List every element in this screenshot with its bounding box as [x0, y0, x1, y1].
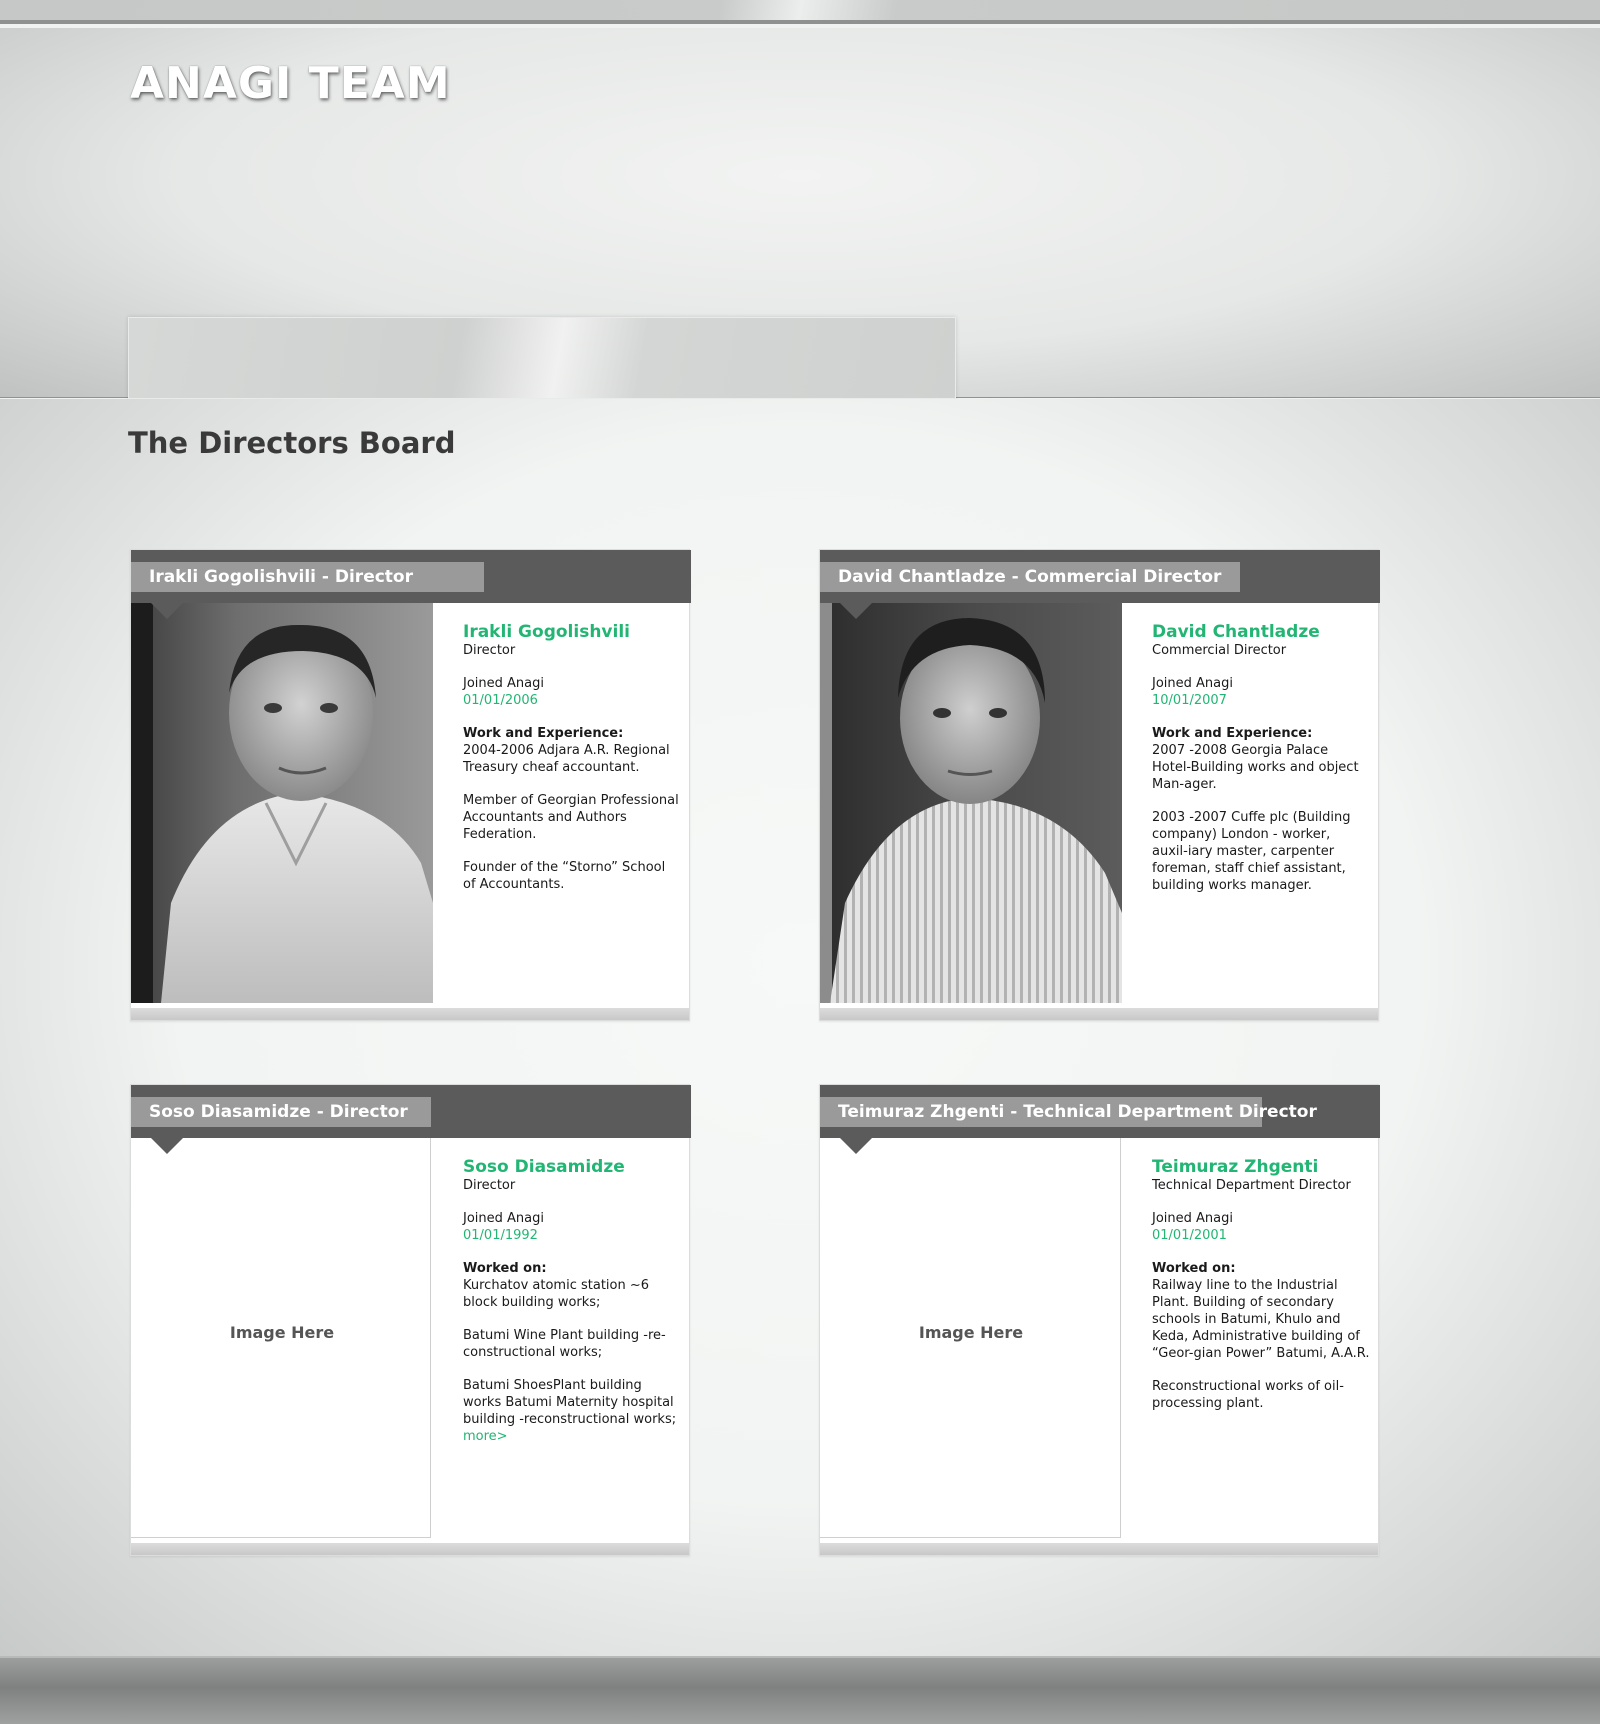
- header-notch: [151, 603, 183, 619]
- experience-paragraph: 2003 -2007 Cuffe plc (Building company) …: [1152, 810, 1351, 893]
- card-info: Irakli Gogolishvili Director Joined Anag…: [463, 622, 681, 893]
- experience-heading: Work and Experience:: [463, 726, 624, 741]
- card-header-label: Teimuraz Zhgenti - Technical Department …: [820, 1097, 1317, 1127]
- worked-on-paragraph: Batumi Wine Plant building -re-construct…: [463, 1328, 666, 1360]
- card-footer-bar: [131, 1543, 689, 1555]
- portrait-photo-icon: [131, 603, 433, 1003]
- card-header: Teimuraz Zhgenti - Technical Department …: [820, 1085, 1380, 1138]
- experience-paragraph: 2007 -2008 Georgia Palace Hotel-Building…: [1152, 743, 1359, 792]
- top-strip: [0, 0, 1600, 24]
- director-name: Soso Diasamidze: [463, 1157, 625, 1177]
- joined-label: Joined Anagi: [1152, 676, 1233, 691]
- worked-on-paragraph: Batumi ShoesPlant building works Batumi …: [463, 1377, 681, 1445]
- director-role: Director: [463, 1178, 516, 1193]
- joined-label: Joined Anagi: [1152, 1211, 1233, 1226]
- director-card-teimuraz: Teimuraz Zhgenti - Technical Department …: [819, 1084, 1380, 1556]
- page-footer: [0, 1656, 1600, 1724]
- experience-paragraph: 2004-2006 Adjara A.R. Regional Treasury …: [463, 743, 670, 775]
- header-notch: [151, 1138, 183, 1154]
- card-info: Teimuraz Zhgenti Technical Department Di…: [1152, 1157, 1370, 1412]
- joined-label: Joined Anagi: [463, 1211, 544, 1226]
- header-notch: [840, 1138, 872, 1154]
- experience-paragraph: Founder of the “Storno” School of Accoun…: [463, 860, 666, 892]
- card-info: Soso Diasamidze Director Joined Anagi 01…: [463, 1157, 681, 1445]
- banner-bar: [128, 317, 956, 399]
- director-name: David Chantladze: [1152, 622, 1320, 642]
- director-role: Commercial Director: [1152, 643, 1287, 658]
- photo-placeholder: Image Here: [131, 1138, 431, 1538]
- director-card-irakli: Irakli Gogolishvili - Director Irakli Go…: [130, 549, 691, 1021]
- card-header: David Chantladze - Commercial Director: [820, 550, 1380, 603]
- more-link[interactable]: more>: [463, 1429, 508, 1444]
- header-notch: [840, 603, 872, 619]
- card-footer-bar: [820, 1543, 1378, 1555]
- joined-date: 01/01/2006: [463, 693, 538, 708]
- worked-on-paragraph: Railway line to the Industrial Plant. Bu…: [1152, 1278, 1370, 1361]
- director-photo: [131, 603, 433, 1003]
- joined-date: 01/01/1992: [463, 1228, 538, 1243]
- director-name: Teimuraz Zhgenti: [1152, 1157, 1319, 1177]
- card-header: Irakli Gogolishvili - Director: [131, 550, 691, 603]
- card-footer-bar: [820, 1008, 1378, 1020]
- director-card-david: David Chantladze - Commercial Director D…: [819, 549, 1380, 1021]
- worked-on-text: Batumi ShoesPlant building works Batumi …: [463, 1378, 677, 1427]
- portrait-photo-icon: [820, 603, 1122, 1003]
- card-header-label: Irakli Gogolishvili - Director: [131, 562, 484, 592]
- director-name: Irakli Gogolishvili: [463, 622, 630, 642]
- site-title: ANAGI TEAM: [130, 58, 451, 109]
- joined-date: 01/01/2001: [1152, 1228, 1227, 1243]
- experience-heading: Work and Experience:: [1152, 726, 1313, 741]
- section-title: The Directors Board: [128, 426, 456, 460]
- joined-date: 10/01/2007: [1152, 693, 1227, 708]
- worked-on-heading: Worked on:: [463, 1261, 547, 1276]
- worked-on-paragraph: Kurchatov atomic station ~6 block buildi…: [463, 1278, 650, 1310]
- director-photo: [820, 603, 1122, 1003]
- image-placeholder-text: Image Here: [229, 1323, 335, 1342]
- photo-placeholder: Image Here: [820, 1138, 1121, 1538]
- worked-on-heading: Worked on:: [1152, 1261, 1236, 1276]
- director-role: Director: [463, 643, 516, 658]
- card-footer-bar: [131, 1008, 689, 1020]
- card-header-label: Soso Diasamidze - Director: [131, 1097, 431, 1127]
- image-placeholder-text: Image Here: [918, 1323, 1024, 1342]
- card-info: David Chantladze Commercial Director Joi…: [1152, 622, 1370, 894]
- worked-on-paragraph: Reconstructional works of oil-processing…: [1152, 1379, 1344, 1411]
- director-card-soso: Soso Diasamidze - Director Image Here So…: [130, 1084, 691, 1556]
- joined-label: Joined Anagi: [463, 676, 544, 691]
- experience-paragraph: Member of Georgian Professional Accounta…: [463, 793, 679, 842]
- director-role: Technical Department Director: [1152, 1178, 1351, 1193]
- card-header: Soso Diasamidze - Director: [131, 1085, 691, 1138]
- card-header-label: David Chantladze - Commercial Director: [820, 562, 1240, 592]
